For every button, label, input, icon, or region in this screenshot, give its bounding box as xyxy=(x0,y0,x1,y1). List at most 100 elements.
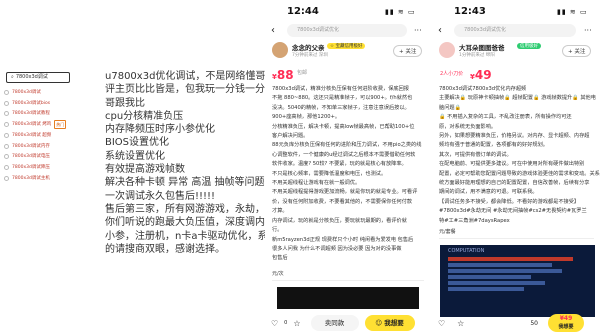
price-suffix: 包邮 xyxy=(297,70,308,76)
suggestion-item[interactable]: 7800x3d调试降压 xyxy=(4,164,50,171)
seller-badge: 信用极好 xyxy=(517,43,541,49)
seller-badge: ☆ 宝藏信用极好 xyxy=(327,43,366,49)
description-line: 配置，必定可帮助您配置问题导致的游戏体验更佳的需求和变动。关系 xyxy=(439,170,600,177)
description-line: 价，没有任何附加收费，不要看其他的，不需要保你任何付款 xyxy=(272,198,413,205)
status-time: 12:43 xyxy=(454,6,486,17)
suggestion-item[interactable]: 7800x3d调试bios xyxy=(4,100,50,107)
seller-meta: 1分钟前来过 绵阳 xyxy=(459,53,495,58)
description-line: #7800x3d#永劫无间 #永劫无间抽帧#cs2#无畏契约#瓦罗兰 xyxy=(439,208,587,215)
back-icon[interactable]: ‹ xyxy=(438,25,442,36)
description-line: 期间的调试，用不满意的可退。可联系我。 xyxy=(439,189,538,196)
history-icon xyxy=(4,100,9,106)
price-value: 88 xyxy=(276,68,294,82)
suggestion-item[interactable]: 7800x3d调试 烤鸡 热门 xyxy=(4,120,67,130)
history-icon xyxy=(4,164,9,170)
search-placeholder: 7800x3d调试优化 xyxy=(464,27,507,33)
more-icon[interactable]: ··· xyxy=(414,26,422,35)
article-line: 售后第三家，所有网游游戏，永劫，cs，瓦， xyxy=(105,203,306,215)
description-line: 其次，可提供有偿订单的调试。 xyxy=(439,151,512,158)
search-input[interactable]: ⌕ 7800x3d调试 xyxy=(6,72,70,83)
description-line: 统方面最好能用理想的自己的配置配置，自信改善帧，后续有分享 xyxy=(439,180,590,187)
bottom-bar: ♡ 0 ☆ 卖同款 ☺ 我想要 xyxy=(271,312,426,334)
suggestion-item[interactable]: 7800x3d调试教程 xyxy=(4,110,50,117)
description-line: 88元负库分核负压保有任何的进阶和压力调试，不用pio之类的线 xyxy=(272,142,422,149)
description-line: 7800x3d调试，精准分核负压保有任何进阶收费，保底回报 xyxy=(272,86,409,92)
divider xyxy=(272,280,424,281)
avatar[interactable] xyxy=(272,42,288,58)
suggestion-item[interactable]: 7800x3d调试 xyxy=(4,89,41,96)
article-line: 一次调试永久包售后!!!!! xyxy=(105,190,216,202)
description-line: 900+座高帧，那他1200+。 xyxy=(272,114,341,121)
description-line: 7800x3d调试7800x3d优化内存超频 xyxy=(439,86,527,92)
search-placeholder: 7800x3d调试优化 xyxy=(297,27,340,33)
star-icon[interactable]: ☆ xyxy=(457,319,464,328)
article-line: 评主页比比皆是，包我玩一分钱一分货。剩拿作业小 xyxy=(105,84,335,96)
buy-label: 我想要 xyxy=(558,324,574,330)
suggestion-text: 7800x3d调试 烤鸡 xyxy=(12,122,52,128)
description-line: 不只是核心频率，需要降低温度和电压，也测试。 xyxy=(272,170,387,177)
article-text: u7800x3d优化调试，不是网络懂哥！！！！售后好 评主页比比皆是，包我玩一分钱… xyxy=(105,70,344,256)
description: 7800x3d调试7800x3d优化内存超频 主要解决🔒 玩原神卡顿抽帧🔒 超帧配… xyxy=(439,85,600,226)
description-line: 【调试任务多不接受，都会降低。不看好的游戏都是不接受】 xyxy=(439,198,580,205)
suggestion-item[interactable]: 7800x3d调试 超频 xyxy=(4,132,51,139)
history-icon xyxy=(4,111,9,117)
price-value: 49 xyxy=(474,68,492,82)
top-search-bar[interactable]: 7800x3d调试优化 xyxy=(287,24,407,37)
status-icons: ▮▮ ≋ ▭ xyxy=(385,8,416,16)
want-count: 2人小刀价 xyxy=(440,71,464,77)
article-line: 你们听说的跑最大负压值，深度调内存，时序c28以及 xyxy=(105,217,344,229)
avatar[interactable] xyxy=(439,42,455,58)
description-line: 没决。5040的精帧，不知单三家帧子，注意注意误后按以。 xyxy=(272,104,410,111)
description-line: 新m5rayzen3d正规 现费样只个小时 纯闲看为爱发电 包售后 xyxy=(272,236,414,243)
chat-button[interactable]: 卖同款 xyxy=(310,315,359,331)
article-line: BIOS设置优化 xyxy=(105,137,170,149)
description: 7800x3d调试，精准分核负压保有任何进阶收费，保底回报 不拖 880~880。… xyxy=(272,85,427,264)
description-line: 另外，如果想要精准负压，价格另议。对内存、显卡超频、内存超 xyxy=(439,133,590,140)
suggestion-text: 7800x3d调试电压 xyxy=(12,154,50,160)
description-line: 频均有强于普通的配置，各项都有的好好规划。 xyxy=(439,142,548,149)
article-line: 内存降频压时序小参优化 xyxy=(105,124,215,136)
seller-name[interactable]: 念念的父亲 xyxy=(292,42,325,52)
buy-label: 我想要 xyxy=(384,319,404,327)
history-icon xyxy=(4,90,9,95)
location-label: 元/次 xyxy=(272,271,284,277)
seller-name[interactable]: 大耳朵图图爸爸 xyxy=(459,42,505,52)
description-line: 原，对系统无负面影响。 xyxy=(439,123,497,130)
like-icon[interactable]: ♡ xyxy=(271,319,278,328)
divider xyxy=(439,238,594,239)
status-time: 12:44 xyxy=(287,6,319,17)
seller-meta: 7分钟前来过 深圳 xyxy=(292,53,328,58)
description-line: 特#工#三角洲#7daysRapex xyxy=(439,217,510,224)
suggestion-item[interactable]: 7800x3d调试内存 xyxy=(4,143,50,150)
follow-button[interactable]: + 关注 xyxy=(562,45,592,57)
history-icon xyxy=(4,175,9,181)
history-icon xyxy=(4,122,9,128)
description-line: 不用关超线程提得游戏更加流畅，就是你玩的就是专业。可看评 xyxy=(272,189,418,196)
screenshot-image[interactable] xyxy=(277,287,419,309)
suggestion-item[interactable]: 7800x3d调试电压 xyxy=(4,153,50,160)
description-line: 客户解决问题。 xyxy=(272,133,309,140)
more-icon[interactable]: ··· xyxy=(584,26,592,35)
buy-button[interactable]: ☺ 我想要 xyxy=(364,315,415,331)
benchmark-image[interactable]: COMPUTATION xyxy=(440,245,595,317)
suggestion-text: 7800x3d调试降压 xyxy=(12,164,50,170)
article-line: 解决各种卡顿 异常 高温 抽帧等问题 xyxy=(105,177,265,189)
benchmark-title: COMPUTATION xyxy=(448,248,485,254)
phone-screen-2: 12:43 ▮▮ ≋ ▭ ‹ 7800x3d调试优化 ··· 大耳朵图图爸爸 信… xyxy=(432,0,600,336)
back-icon[interactable]: ‹ xyxy=(271,25,275,36)
like-icon[interactable]: ♡ xyxy=(438,319,445,328)
price: ¥88 xyxy=(272,64,294,83)
suggestion-text: 7800x3d调试内存 xyxy=(12,143,50,149)
suggestion-item[interactable]: 7800x3d调试主机 xyxy=(4,175,50,182)
bottom-bar: ♡ ☆ 50 ¥49 我想要 xyxy=(438,312,596,334)
description-line: 不拖 880~880。这还只是精准帧子，可以900+。f/h就然也 xyxy=(272,95,413,102)
article-line: 哥跟我比 xyxy=(105,97,145,109)
smile-icon: ☺ xyxy=(375,319,383,327)
article-line: 小参，注册机，n卡a卡驱动优化，系统优化都是基本 xyxy=(105,230,338,242)
star-icon[interactable]: ☆ xyxy=(293,319,300,328)
price: ¥49 xyxy=(470,64,492,83)
top-search-bar[interactable]: 7800x3d调试优化 xyxy=(454,24,576,37)
follow-button[interactable]: + 关注 xyxy=(393,45,423,57)
description-line: 很多人问我 为什么不调超频 因为没必要 因为对的没事做 xyxy=(272,245,402,252)
buy-button[interactable]: ¥49 我想要 xyxy=(547,314,584,332)
